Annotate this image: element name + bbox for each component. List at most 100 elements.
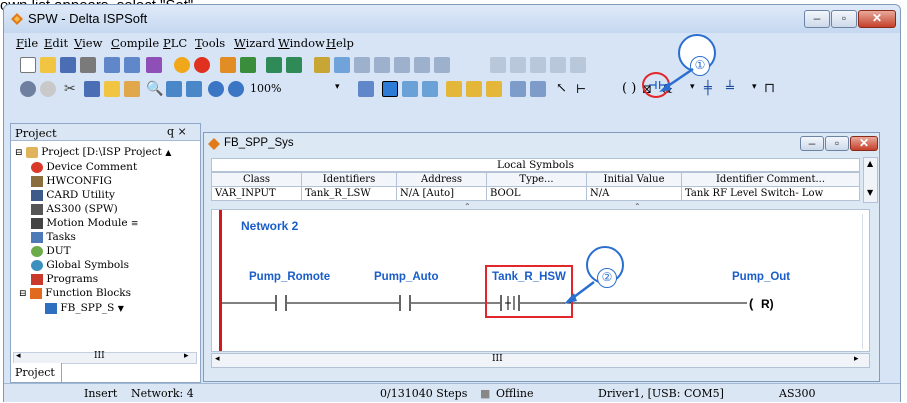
run-icon[interactable]	[174, 57, 190, 73]
cell-initial-value[interactable]: N/A	[586, 186, 682, 201]
tree-item-global-symbols[interactable]: Global Symbols	[31, 259, 129, 271]
zoom-out-icon[interactable]	[228, 81, 244, 97]
tree-item-device-comment[interactable]: Device Comment	[31, 161, 137, 173]
line-icon[interactable]: ⊢	[576, 81, 592, 97]
menu-view[interactable]: View	[74, 36, 102, 50]
menu-window[interactable]: Window	[278, 36, 325, 50]
monitor-icon[interactable]	[266, 57, 282, 73]
paste-icon[interactable]	[104, 81, 120, 97]
menu-tools[interactable]: Tools	[195, 36, 225, 50]
ladder-editor[interactable]: Network 2 Pump_Romote Pump_Auto Tank_R_H…	[211, 209, 870, 352]
tree-item-fb-spp-s[interactable]: FB_SPP_S ▼	[45, 302, 124, 314]
block-icon[interactable]: ⊓	[764, 81, 780, 97]
child-close-button[interactable]: ✕	[850, 136, 878, 151]
eraser-icon[interactable]	[124, 81, 140, 97]
disabled-tool-icon-8	[530, 57, 546, 73]
project-tab[interactable]: Project	[10, 363, 62, 383]
menu-plc[interactable]: PLC	[163, 36, 187, 50]
replace-icon[interactable]	[166, 81, 182, 97]
child-maximize-button[interactable]: ▫	[825, 136, 849, 151]
tree-item-hwconfig[interactable]: HWCONFIG	[31, 175, 112, 187]
tree-item-card-utility[interactable]: CARD Utility	[31, 189, 115, 201]
cell-address[interactable]: N/A [Auto]	[396, 186, 487, 201]
symbol-icon-1[interactable]	[446, 81, 462, 97]
copy-icon[interactable]	[84, 81, 100, 97]
project-panel: Project q × ⊟ Project [D:\ISP Project ▲ …	[10, 123, 201, 383]
find-icon[interactable]: 🔍	[146, 81, 163, 97]
parallel-branch-icon[interactable]	[510, 81, 526, 97]
status-steps: 0/131040 Steps	[380, 387, 468, 400]
status-plc: AS300	[779, 387, 816, 400]
ladder-edit-icon[interactable]	[382, 81, 398, 97]
maximize-button[interactable]: ▫	[831, 10, 857, 28]
ladder-hscrollbar[interactable]: ◂ III ▸	[211, 353, 870, 368]
upload-icon[interactable]	[240, 57, 256, 73]
menu-compile[interactable]: Compile	[111, 36, 159, 50]
cell-class[interactable]: VAR_INPUT	[211, 186, 302, 201]
cell-identifier[interactable]: Tank_R_LSW	[301, 186, 397, 201]
monitor-stop-icon[interactable]	[286, 57, 302, 73]
settings-icon[interactable]	[334, 57, 350, 73]
window-layout-icon[interactable]	[104, 57, 120, 73]
coil-icon[interactable]: ( )	[622, 81, 638, 97]
save-icon[interactable]	[60, 57, 76, 73]
cell-identifier-comment[interactable]: Tank RF Level Switch- Low	[681, 186, 860, 201]
print-icon[interactable]	[80, 57, 96, 73]
tree-item-as300[interactable]: AS300 (SPW)	[31, 203, 118, 215]
new-file-icon[interactable]	[20, 57, 36, 73]
wizard-icon[interactable]	[314, 57, 330, 73]
tree-item-motion-module[interactable]: Motion Module ≡	[31, 217, 138, 229]
minimize-button[interactable]: –	[804, 10, 830, 28]
fb-editor-window: FB_SPP_Sys – ▫ ✕ Local Symbols Class Ide…	[203, 132, 880, 382]
column-header-initial-value[interactable]: Initial Value	[586, 172, 682, 187]
goto-icon[interactable]	[186, 81, 202, 97]
tree-item-programs[interactable]: Programs	[31, 273, 98, 285]
tree-item-tasks[interactable]: Tasks	[31, 231, 76, 243]
ladder-view-icon[interactable]	[358, 81, 374, 97]
column-header-type[interactable]: Type...	[486, 172, 587, 187]
pin-close-icon[interactable]: q ×	[167, 125, 187, 138]
menu-edit[interactable]: Edit	[44, 36, 68, 50]
network-icon[interactable]	[402, 81, 418, 97]
plc-icon	[31, 203, 43, 215]
insert-row-icon[interactable]: ╪	[704, 81, 720, 97]
zoom-level[interactable]: 100%	[250, 82, 281, 95]
ladder-vscrollbar[interactable]	[862, 214, 869, 349]
online-icon[interactable]	[20, 81, 36, 97]
download-icon[interactable]	[220, 57, 236, 73]
symbol-icon-3[interactable]	[486, 81, 502, 97]
tree-item-project[interactable]: ⊟ Project [D:\ISP Project ▲	[15, 146, 171, 158]
comment-icon[interactable]	[422, 81, 438, 97]
cut-icon[interactable]: ✂	[64, 81, 80, 97]
menu-file[interactable]: File	[16, 36, 38, 50]
column-header-address[interactable]: Address	[396, 172, 487, 187]
column-header-identifiers[interactable]: Identifiers	[301, 172, 397, 187]
card-utility-icon	[31, 189, 43, 201]
symbols-vscrollbar[interactable]: ▲ ▼	[863, 157, 878, 203]
branch-end-icon[interactable]	[530, 81, 546, 97]
compile-icon[interactable]	[146, 57, 162, 73]
split-view-icon[interactable]	[124, 57, 140, 73]
menu-help[interactable]: Help	[326, 36, 354, 50]
callout-2-number: ②	[597, 268, 617, 288]
cell-type[interactable]: BOOL	[486, 186, 587, 201]
table-row[interactable]: VAR_INPUT Tank_R_LSW N/A [Auto] BOOL N/A…	[211, 186, 860, 201]
dropdown-arrow-icon[interactable]: ▾	[335, 82, 340, 92]
select-pointer-icon[interactable]: ↖	[556, 81, 572, 97]
column-header-identifier-comment[interactable]: Identifier Comment...	[681, 172, 860, 187]
stop-icon[interactable]	[194, 57, 210, 73]
offline-icon[interactable]	[40, 81, 56, 97]
child-minimize-button[interactable]: –	[800, 136, 824, 151]
zoom-in-icon[interactable]	[208, 81, 224, 97]
function-blocks-icon	[29, 287, 42, 299]
disabled-tool-icon-6	[490, 57, 506, 73]
symbol-icon-2[interactable]	[466, 81, 482, 97]
tree-item-function-blocks[interactable]: ⊟ Function Blocks	[19, 287, 131, 299]
dropdown-arrow-icon-3[interactable]: ▾	[752, 82, 757, 92]
close-button[interactable]: ✕	[858, 10, 896, 28]
column-header-class[interactable]: Class	[211, 172, 302, 187]
delete-row-icon[interactable]: ╧	[726, 81, 742, 97]
tree-item-dut[interactable]: DUT	[31, 245, 71, 257]
open-file-icon[interactable]	[40, 57, 56, 73]
menu-wizard[interactable]: Wizard	[234, 36, 275, 50]
